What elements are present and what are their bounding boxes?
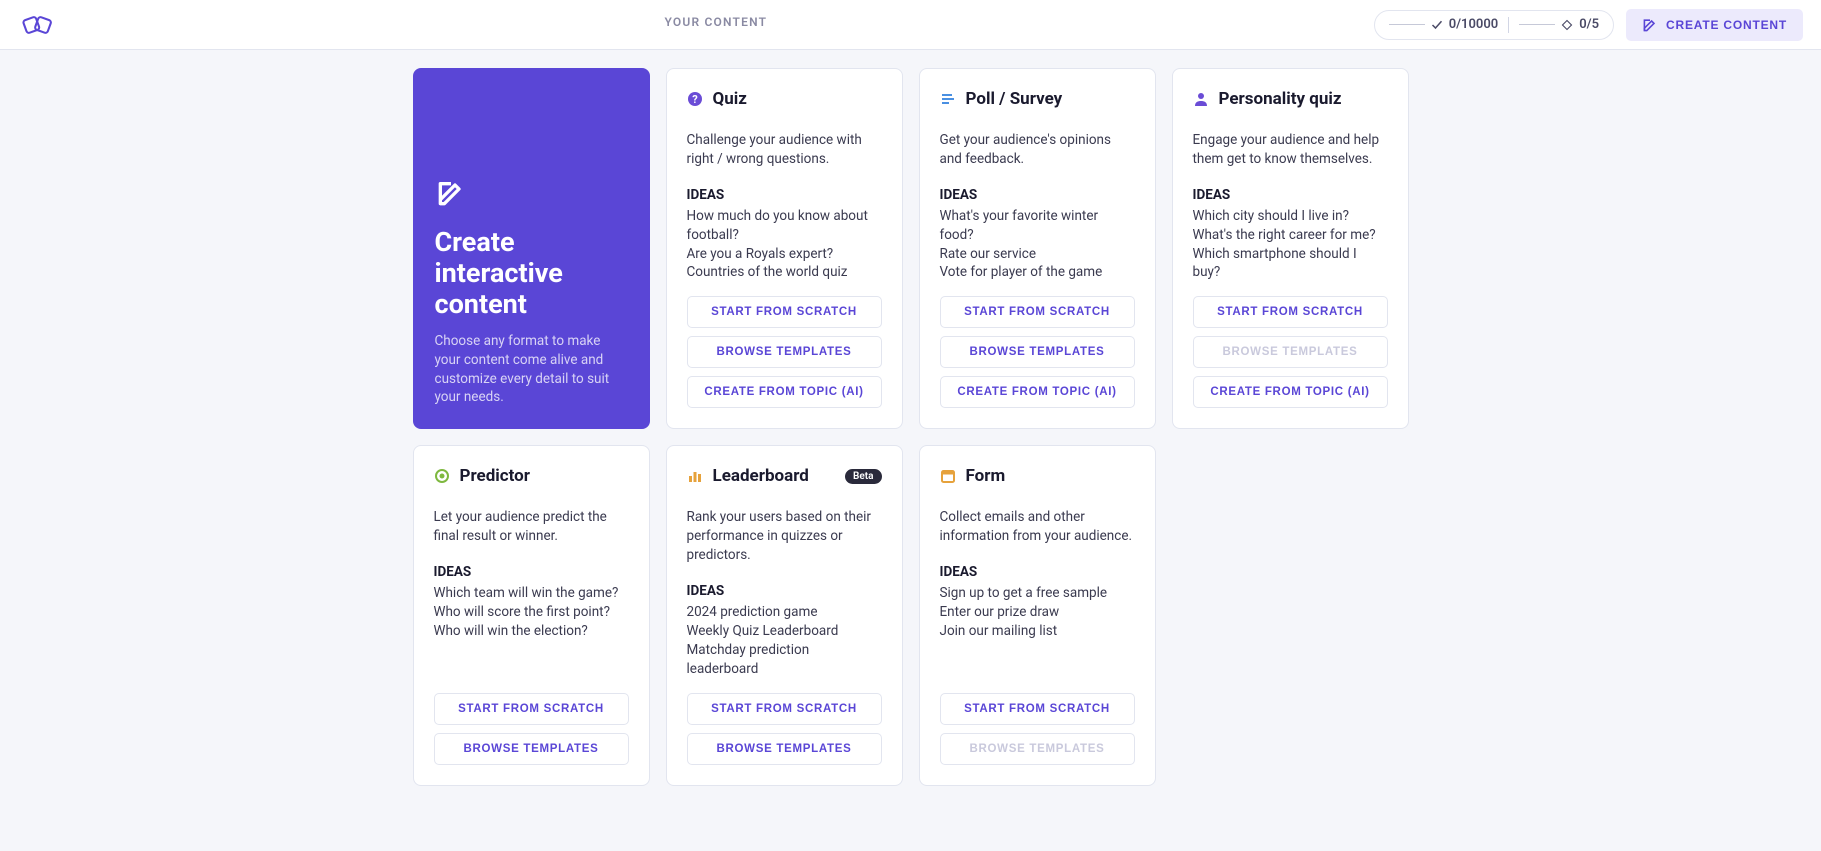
card-poll: Poll / Survey Get your audience's opinio… bbox=[919, 68, 1156, 429]
counter-value: 0/5 bbox=[1579, 17, 1599, 32]
card-desc: Challenge your audience with right / wro… bbox=[687, 131, 882, 169]
idea-item: Join our mailing list bbox=[940, 622, 1135, 641]
idea-item: Matchday prediction leaderboard bbox=[687, 641, 882, 679]
create-ai-button[interactable]: CREATE FROM TOPIC (AI) bbox=[687, 376, 882, 408]
ideas-label: IDEAS bbox=[940, 564, 1135, 580]
card-desc: Engage your audience and help them get t… bbox=[1193, 131, 1388, 169]
edit-icon bbox=[1642, 17, 1658, 33]
idea-item: Are you a Royals expert? bbox=[687, 245, 882, 264]
idea-item: Who will win the election? bbox=[434, 622, 629, 641]
create-ai-button[interactable]: CREATE FROM TOPIC (AI) bbox=[940, 376, 1135, 408]
start-scratch-button[interactable]: START FROM SCRATCH bbox=[1193, 296, 1388, 328]
idea-item: What's your favorite winter food? bbox=[940, 207, 1135, 245]
idea-item: Vote for player of the game bbox=[940, 263, 1135, 282]
counter-items: 0/5 bbox=[1519, 17, 1599, 32]
app-header: YOUR CONTENT 0/10000 0/5 CREATE CONTENT bbox=[0, 0, 1821, 50]
card-title: Personality quiz bbox=[1219, 89, 1342, 109]
bars-icon bbox=[687, 468, 703, 484]
idea-item: What's the right career for me? bbox=[1193, 226, 1388, 245]
idea-item: Rate our service bbox=[940, 245, 1135, 264]
card-title: Poll / Survey bbox=[966, 89, 1063, 109]
idea-item: Countries of the world quiz bbox=[687, 263, 882, 282]
create-content-button[interactable]: CREATE CONTENT bbox=[1626, 9, 1803, 41]
beta-badge: Beta bbox=[845, 469, 881, 484]
hero-desc: Choose any format to make your content c… bbox=[435, 332, 628, 408]
create-ai-button[interactable]: CREATE FROM TOPIC (AI) bbox=[1193, 376, 1388, 408]
card-leaderboard: Leaderboard Beta Rank your users based o… bbox=[666, 445, 903, 785]
ideas-label: IDEAS bbox=[687, 583, 882, 599]
logo[interactable] bbox=[18, 10, 58, 40]
ideas-label: IDEAS bbox=[434, 564, 629, 580]
browse-templates-button[interactable]: BROWSE TEMPLATES bbox=[687, 336, 882, 368]
start-scratch-button[interactable]: START FROM SCRATCH bbox=[687, 296, 882, 328]
content-grid: Create interactive content Choose any fo… bbox=[401, 68, 1421, 786]
card-predictor: Predictor Let your audience predict the … bbox=[413, 445, 650, 785]
card-quiz: ? Quiz Challenge your audience with righ… bbox=[666, 68, 903, 429]
counter-value: 0/10000 bbox=[1449, 17, 1499, 32]
question-icon: ? bbox=[687, 91, 703, 107]
idea-item: Who will score the first point? bbox=[434, 603, 629, 622]
card-desc: Rank your users based on their performan… bbox=[687, 508, 882, 565]
card-form: Form Collect emails and other informatio… bbox=[919, 445, 1156, 785]
card-desc: Collect emails and other information fro… bbox=[940, 508, 1135, 546]
start-scratch-button[interactable]: START FROM SCRATCH bbox=[687, 693, 882, 725]
edit-icon bbox=[435, 177, 628, 213]
check-icon bbox=[1431, 19, 1443, 31]
card-title: Predictor bbox=[460, 466, 530, 486]
start-scratch-button[interactable]: START FROM SCRATCH bbox=[940, 693, 1135, 725]
idea-item: Which smartphone should I buy? bbox=[1193, 245, 1388, 283]
browse-templates-button: BROWSE TEMPLATES bbox=[940, 733, 1135, 765]
idea-item: How much do you know about football? bbox=[687, 207, 882, 245]
ideas-label: IDEAS bbox=[1193, 187, 1388, 203]
idea-item: Which city should I live in? bbox=[1193, 207, 1388, 226]
card-title: Leaderboard bbox=[713, 466, 809, 486]
card-personality: Personality quiz Engage your audience an… bbox=[1172, 68, 1409, 429]
browse-templates-button: BROWSE TEMPLATES bbox=[1193, 336, 1388, 368]
browse-templates-button[interactable]: BROWSE TEMPLATES bbox=[687, 733, 882, 765]
card-desc: Get your audience's opinions and feedbac… bbox=[940, 131, 1135, 169]
start-scratch-button[interactable]: START FROM SCRATCH bbox=[434, 693, 629, 725]
person-icon bbox=[1193, 91, 1209, 107]
idea-item: Which team will win the game? bbox=[434, 584, 629, 603]
start-scratch-button[interactable]: START FROM SCRATCH bbox=[940, 296, 1135, 328]
ideas-label: IDEAS bbox=[687, 187, 882, 203]
target-icon bbox=[434, 468, 450, 484]
svg-text:?: ? bbox=[692, 93, 698, 106]
calendar-icon bbox=[940, 468, 956, 484]
idea-item: Enter our prize draw bbox=[940, 603, 1135, 622]
hero-title: Create interactive content bbox=[435, 227, 628, 320]
create-content-label: CREATE CONTENT bbox=[1666, 18, 1787, 32]
browse-templates-button[interactable]: BROWSE TEMPLATES bbox=[940, 336, 1135, 368]
usage-counters: 0/10000 0/5 bbox=[1374, 10, 1614, 40]
card-title: Form bbox=[966, 466, 1006, 486]
hero-card: Create interactive content Choose any fo… bbox=[413, 68, 650, 429]
card-title: Quiz bbox=[713, 89, 747, 109]
diamond-icon bbox=[1561, 19, 1573, 31]
idea-item: Sign up to get a free sample bbox=[940, 584, 1135, 603]
card-desc: Let your audience predict the final resu… bbox=[434, 508, 629, 546]
idea-item: 2024 prediction game bbox=[687, 603, 882, 622]
browse-templates-button[interactable]: BROWSE TEMPLATES bbox=[434, 733, 629, 765]
idea-item: Weekly Quiz Leaderboard bbox=[687, 622, 882, 641]
counter-responses: 0/10000 bbox=[1389, 17, 1499, 32]
ideas-label: IDEAS bbox=[940, 187, 1135, 203]
nav-label[interactable]: YOUR CONTENT bbox=[665, 15, 768, 35]
list-icon bbox=[940, 91, 956, 107]
